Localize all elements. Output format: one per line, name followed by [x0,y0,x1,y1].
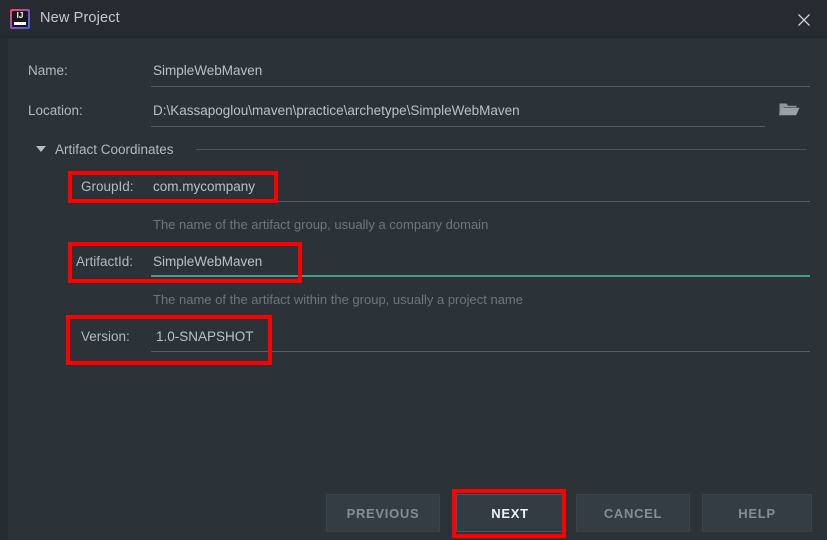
artifact-id-label: ArtifactId: [76,254,134,269]
artifact-id-input[interactable]: SimpleWebMaven [153,254,262,269]
folder-open-icon [778,103,800,116]
artifact-id-hint: The name of the artifact within the grou… [153,292,523,307]
group-id-input[interactable]: com.mycompany [153,179,255,194]
intellij-icon-letters: IJ [16,11,24,20]
artifact-id-input-underline [151,275,810,277]
location-label: Location: [28,103,83,118]
section-divider [196,149,806,150]
dialog-title: New Project [40,10,120,26]
name-label: Name: [28,63,68,78]
name-input-underline [151,86,810,87]
version-label: Version: [81,329,130,344]
artifact-coordinates-title: Artifact Coordinates [55,142,174,157]
name-input[interactable]: SimpleWebMaven [153,63,262,78]
previous-button[interactable]: PREVIOUS [326,494,440,532]
intellij-idea-icon: IJ [10,9,30,29]
close-icon [798,14,810,26]
window-left-edge [0,38,8,540]
location-browse-button[interactable] [778,100,804,122]
version-input-underline [151,351,810,352]
group-id-label: GroupId: [81,179,134,194]
new-project-dialog: IJ New Project Name: SimpleWebMaven Loca… [0,0,827,540]
location-input-underline [151,126,765,127]
location-input[interactable]: D:\Kassapoglou\maven\practice\archetype\… [153,103,520,118]
artifact-coordinates-toggle[interactable] [36,146,46,152]
group-id-hint: The name of the artifact group, usually … [153,217,489,232]
version-input[interactable]: 1.0-SNAPSHOT [156,329,254,344]
dialog-titlebar: IJ New Project [0,0,827,38]
intellij-icon-bar [14,22,26,25]
group-id-input-underline [151,201,810,202]
close-button[interactable] [781,0,827,38]
help-button[interactable]: HELP [702,494,812,532]
next-button[interactable]: NEXT [456,494,564,532]
cancel-button[interactable]: CANCEL [576,494,690,532]
